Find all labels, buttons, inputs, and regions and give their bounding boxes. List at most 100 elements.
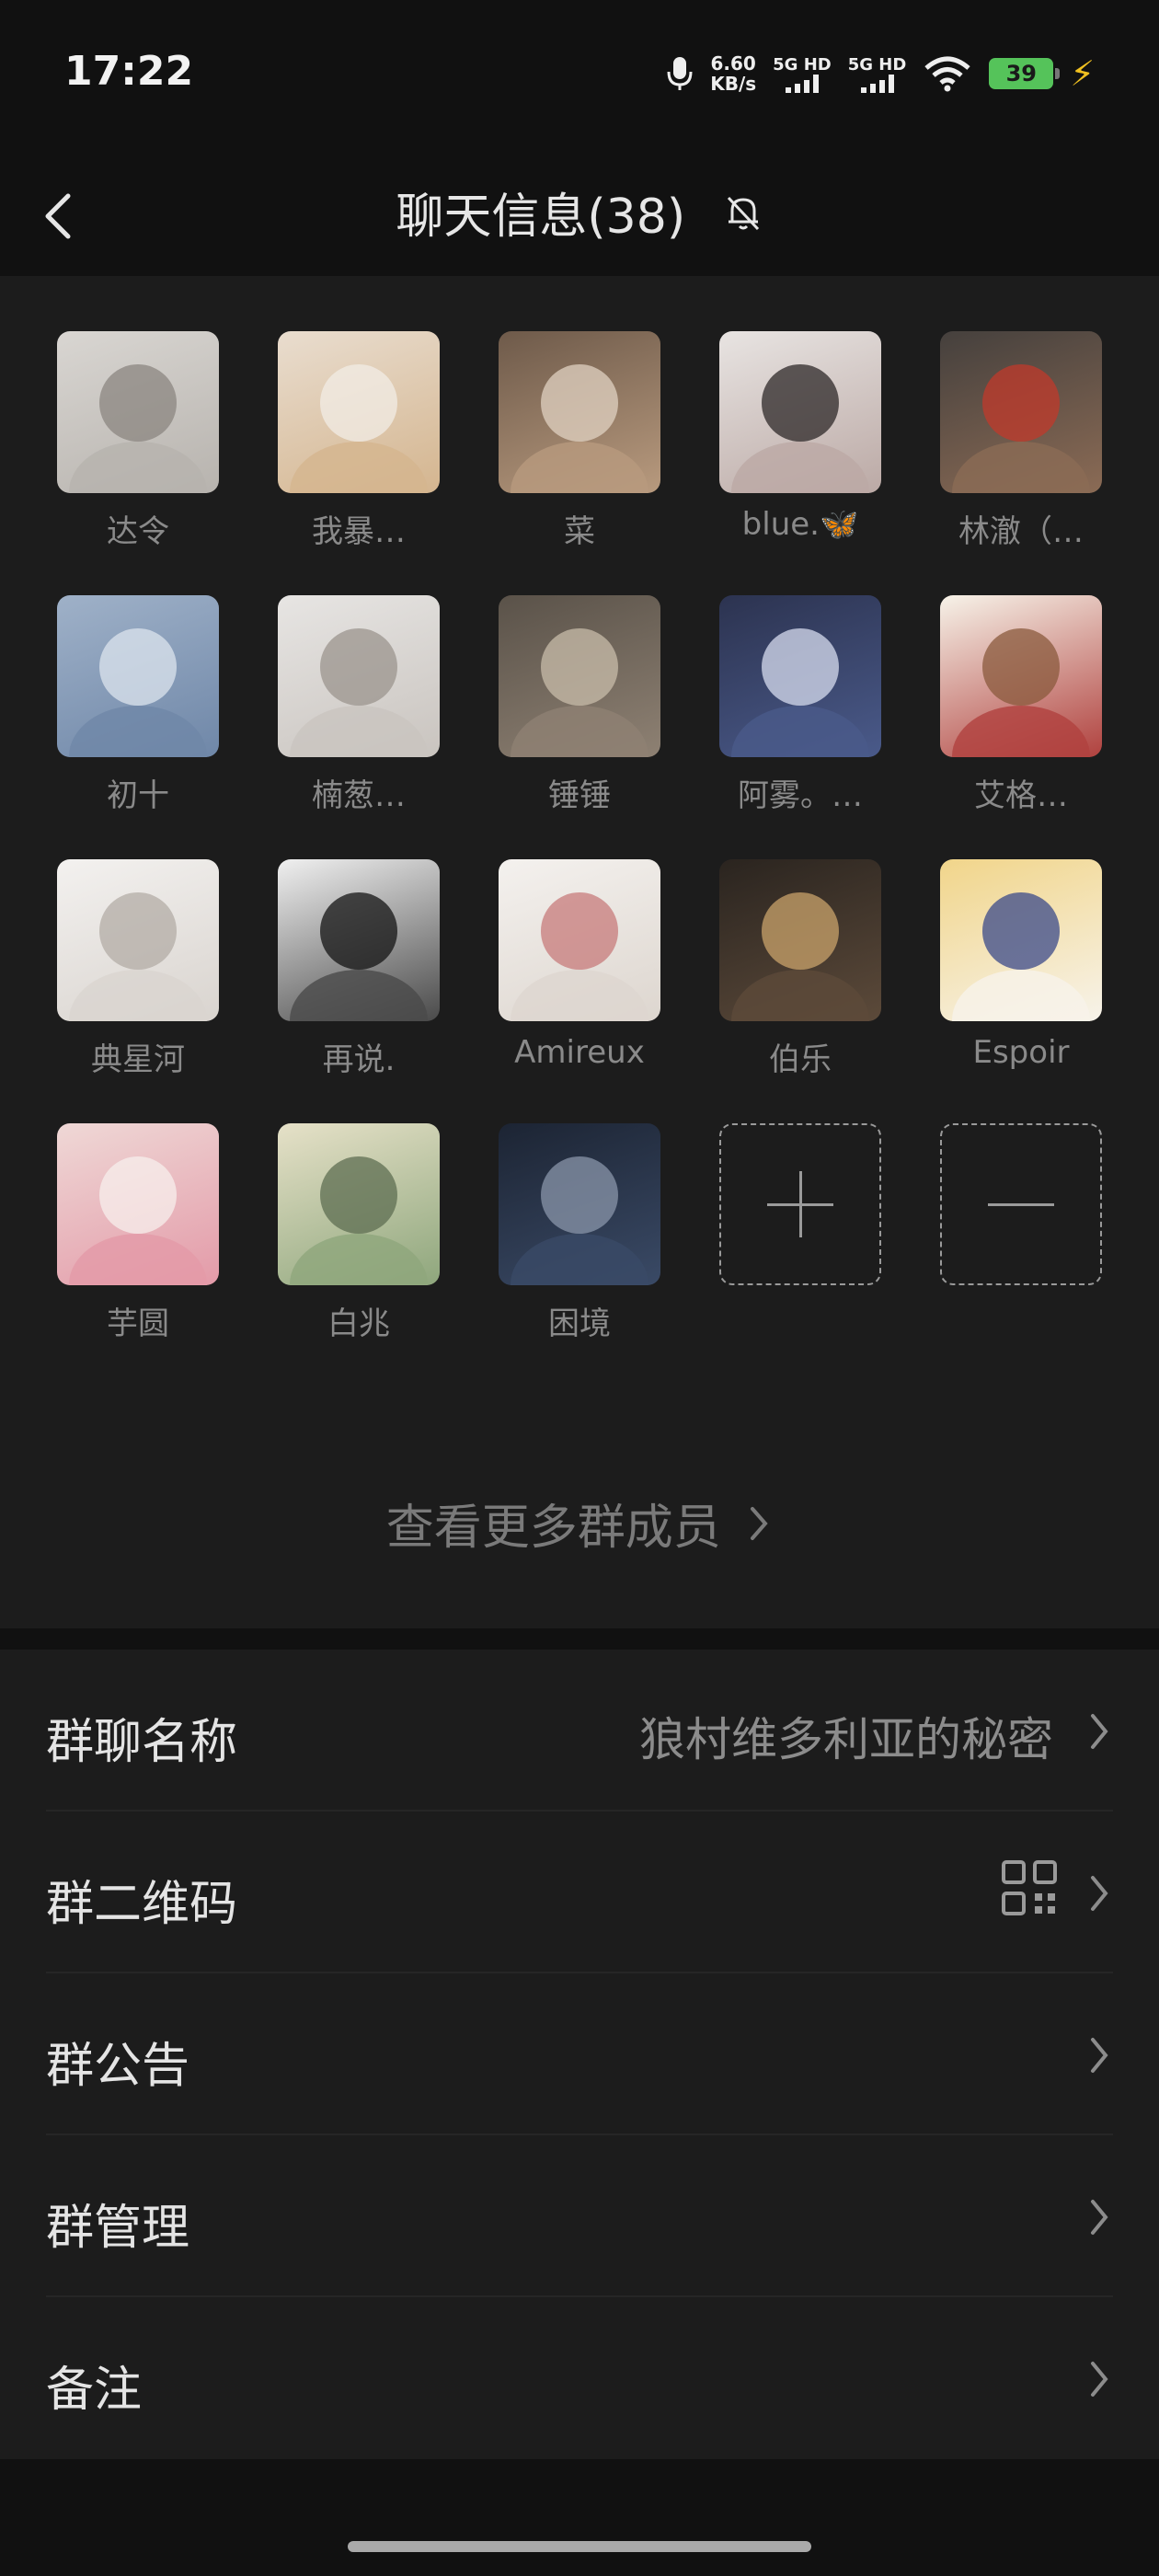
members-panel: 达令 我暴… 菜 blue.🦋 林澈（… 初十 楠葱… 锤锤 阿雾。… 艾格… 典星河 再说. Amir… — [0, 276, 1159, 1628]
signal-bars-icon — [785, 74, 819, 93]
home-indicator[interactable] — [348, 2541, 811, 2552]
chevron-right-icon — [1091, 1714, 1108, 1749]
member-item[interactable]: 白兆 — [278, 1123, 440, 1343]
status-time: 17:22 — [64, 48, 194, 95]
member-item[interactable]: 初十 — [57, 595, 219, 815]
member-name: 白兆 — [327, 1305, 390, 1342]
chevron-right-icon — [1091, 2038, 1108, 2073]
member-item[interactable]: 再说. — [278, 859, 440, 1079]
avatar — [278, 1123, 440, 1285]
member-item[interactable]: 菜 — [499, 331, 660, 551]
signal-sim2: 5G HD — [847, 54, 907, 93]
page-title-row: 聊天信息(38) — [0, 178, 1159, 247]
avatar — [278, 859, 440, 1021]
avatar — [57, 595, 219, 757]
minus-icon — [940, 1123, 1102, 1285]
group-announcement-label: 群公告 — [46, 2039, 190, 2094]
group-management-label: 群管理 — [46, 2201, 190, 2256]
qr-code-icon — [1002, 1860, 1057, 1915]
net-speed: 6.60 KB/s — [710, 53, 756, 94]
member-name: 阿雾。… — [738, 777, 863, 814]
member-name: Amireux — [514, 1034, 645, 1071]
avatar — [499, 859, 660, 1021]
net-speed-unit: KB/s — [710, 73, 757, 95]
member-item[interactable]: Amireux — [499, 859, 660, 1079]
chevron-right-icon — [1091, 2362, 1108, 2397]
group-management-row[interactable]: 群管理 — [0, 2135, 1159, 2297]
group-announcement-row[interactable]: 群公告 — [0, 1973, 1159, 2135]
chevron-right-icon — [1091, 2200, 1108, 2235]
chevron-right-icon — [1091, 1876, 1108, 1911]
header: 聊天信息(38) — [0, 152, 1159, 276]
microphone-icon — [667, 57, 693, 90]
remove-member-button[interactable] — [940, 1123, 1102, 1343]
signal-sim1: 5G HD — [773, 55, 832, 93]
member-item[interactable]: 锤锤 — [499, 595, 660, 815]
remark-row[interactable]: 备注 — [0, 2297, 1159, 2459]
remark-label: 备注 — [46, 2363, 143, 2418]
avatar — [940, 331, 1102, 493]
member-name: 我暴… — [312, 513, 406, 550]
member-name: 林澈（… — [958, 513, 1084, 550]
status-icons: 6.60 KB/s 5G HD 5G HD 39 ⚡ — [666, 51, 1095, 97]
member-name: Espoir — [972, 1034, 1070, 1071]
member-item[interactable]: blue.🦋 — [719, 331, 881, 551]
member-item[interactable]: 困境 — [499, 1123, 660, 1343]
sim1-label: 5G HD — [773, 54, 832, 75]
view-more-members-link[interactable]: 查看更多群成员 — [0, 1489, 1159, 1558]
net-speed-value: 6.60 — [710, 52, 756, 75]
wifi-icon — [924, 56, 970, 92]
group-name-label: 群聊名称 — [46, 1715, 238, 1770]
avatar — [719, 595, 881, 757]
member-name: 锤锤 — [548, 777, 611, 814]
member-item[interactable]: 伯乐 — [719, 859, 881, 1079]
status-bar: 17:22 6.60 KB/s 5G HD 5G HD 39 ⚡ — [0, 0, 1159, 152]
sim2-label: 5G HD — [847, 54, 907, 75]
avatar — [278, 595, 440, 757]
group-qrcode-row[interactable]: 群二维码 — [0, 1811, 1159, 1973]
member-item[interactable]: 典星河 — [57, 859, 219, 1079]
add-member-button[interactable] — [719, 1123, 881, 1343]
group-name-row[interactable]: 群聊名称 狼村维多利亚的秘密 — [0, 1650, 1159, 1811]
view-more-label: 查看更多群成员 — [385, 1501, 721, 1556]
plus-icon — [719, 1123, 881, 1285]
member-name: 楠葱… — [312, 777, 406, 814]
page-title: 聊天信息(38) — [396, 190, 686, 245]
member-name: 初十 — [107, 777, 169, 814]
avatar — [940, 595, 1102, 757]
member-name: 达令 — [107, 513, 169, 550]
chevron-right-icon — [751, 1506, 768, 1540]
avatar — [940, 859, 1102, 1021]
charging-bolt-icon: ⚡ — [1070, 53, 1095, 94]
member-item[interactable]: 阿雾。… — [719, 595, 881, 815]
avatar — [499, 331, 660, 493]
member-item[interactable]: Espoir — [940, 859, 1102, 1079]
member-name: 艾格… — [974, 777, 1068, 814]
battery-icon: 39 — [989, 58, 1061, 89]
member-item[interactable]: 林澈（… — [940, 331, 1102, 551]
avatar — [719, 859, 881, 1021]
avatar — [499, 595, 660, 757]
member-name: blue.🦋 — [741, 506, 859, 543]
member-item[interactable]: 艾格… — [940, 595, 1102, 815]
group-qrcode-label: 群二维码 — [46, 1877, 238, 1932]
member-name: 菜 — [564, 513, 595, 550]
member-item[interactable]: 楠葱… — [278, 595, 440, 815]
settings-list: 群聊名称 狼村维多利亚的秘密 群二维码 群公告 群管理 备注 — [0, 1650, 1159, 2459]
signal-bars-icon — [860, 74, 894, 93]
avatar — [719, 331, 881, 493]
member-name: 再说. — [322, 1041, 396, 1078]
member-item[interactable]: 芋圆 — [57, 1123, 219, 1343]
avatar — [278, 331, 440, 493]
member-item[interactable]: 达令 — [57, 331, 219, 551]
bell-off-icon — [727, 196, 759, 230]
avatar — [499, 1123, 660, 1285]
group-name-value: 狼村维多利亚的秘密 — [639, 1713, 1053, 1766]
member-name: 困境 — [548, 1305, 611, 1342]
member-grid: 达令 我暴… 菜 blue.🦋 林澈（… 初十 楠葱… 锤锤 阿雾。… 艾格… 典星河 再说. Amir… — [57, 331, 1102, 1343]
avatar — [57, 331, 219, 493]
avatar — [57, 1123, 219, 1285]
member-item[interactable]: 我暴… — [278, 331, 440, 551]
avatar — [57, 859, 219, 1021]
member-name: 芋圆 — [107, 1305, 169, 1342]
